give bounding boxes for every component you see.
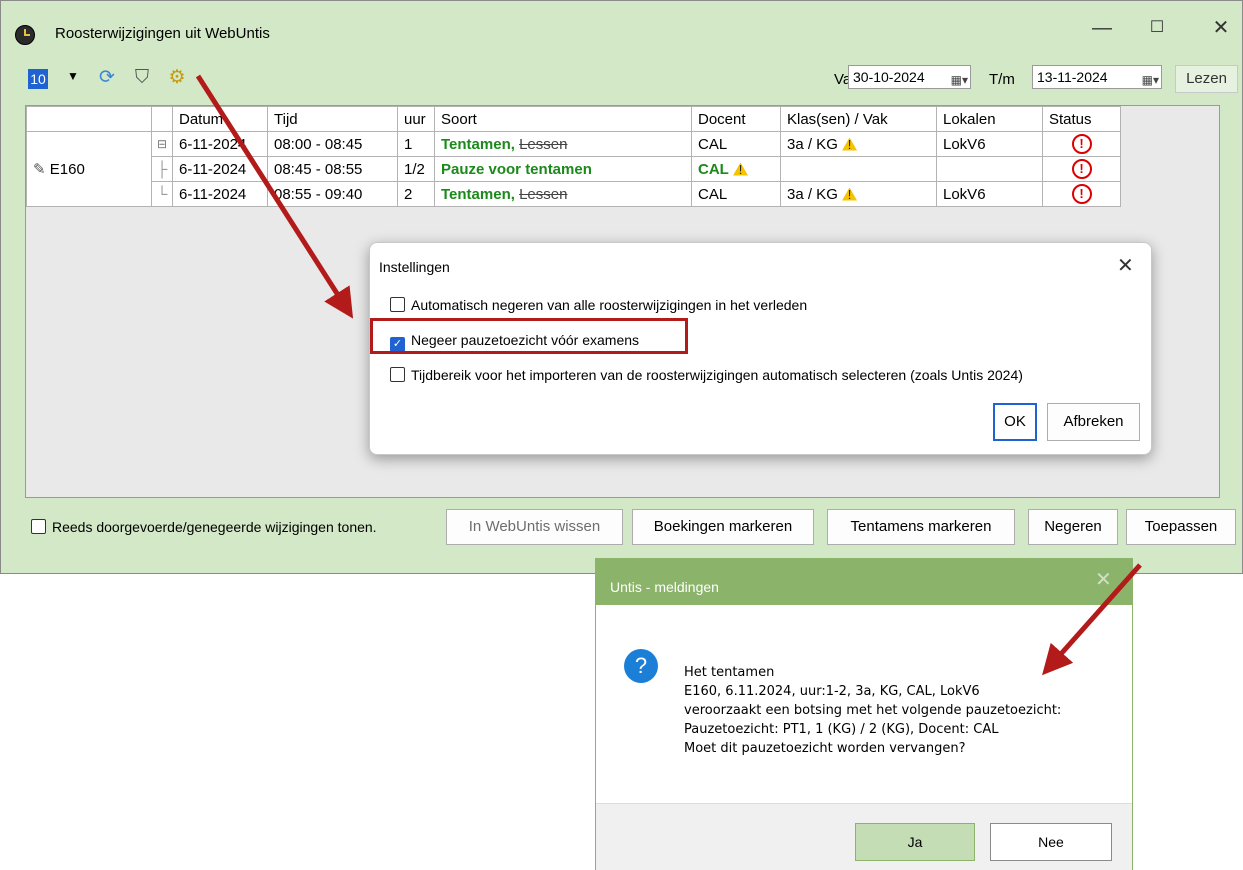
annotation-arrows [195,74,1142,676]
arrow-to-setting [195,74,354,319]
arrow-to-message [1042,563,1142,676]
